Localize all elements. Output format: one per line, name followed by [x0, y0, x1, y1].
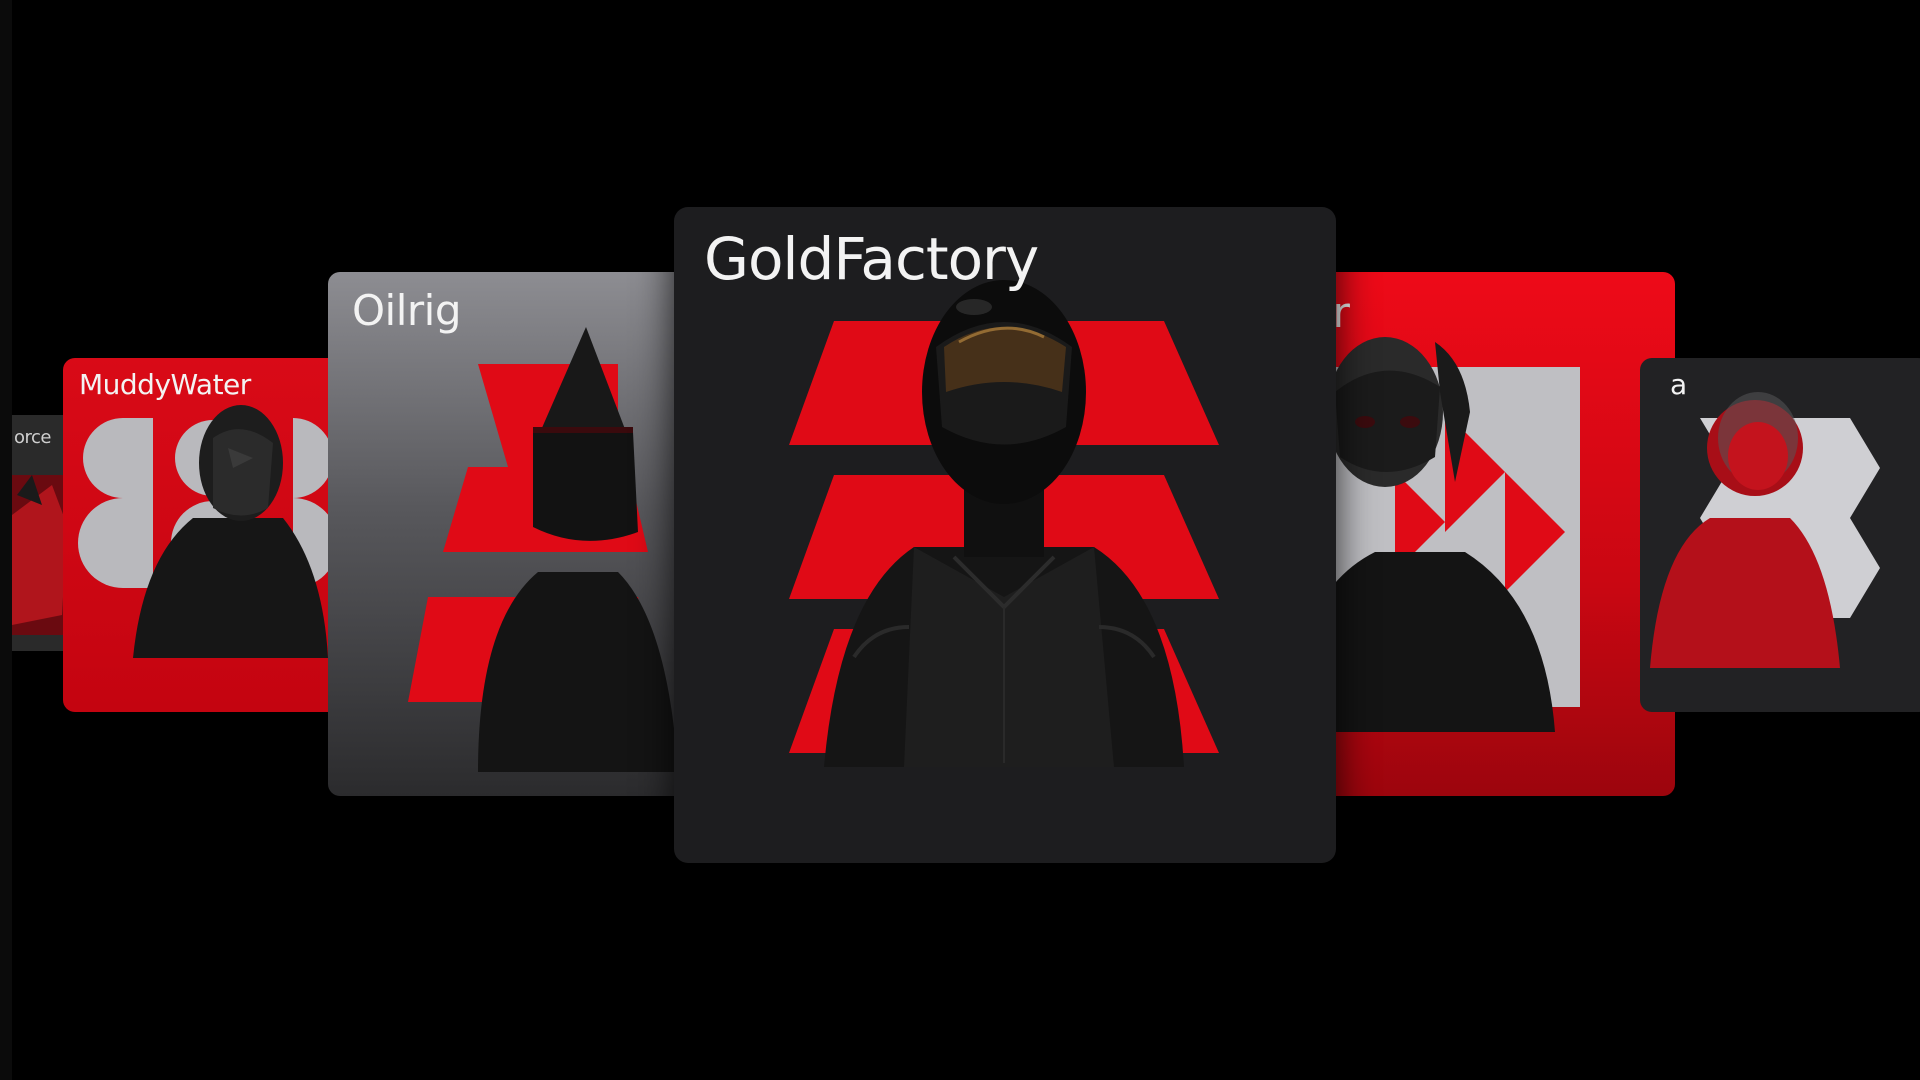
- card-oilrig[interactable]: Oilrig: [328, 272, 710, 796]
- card-title: a: [1670, 368, 1687, 401]
- card-goldfactory[interactable]: GoldFactory: [674, 207, 1336, 863]
- card-title: orce: [14, 427, 52, 448]
- goldfactory-art: [789, 280, 1219, 767]
- right-character-art: [1650, 392, 1880, 668]
- card-title: MuddyWater: [79, 368, 251, 401]
- card-right[interactable]: a: [1640, 358, 1920, 712]
- card-title: GoldFactory: [704, 225, 1039, 293]
- left-edge-strip: [0, 0, 12, 1080]
- card-title: Oilrig: [352, 286, 462, 335]
- oilrig-art: [408, 327, 678, 772]
- muddywater-art: [78, 405, 338, 658]
- card-muddywater[interactable]: MuddyWater: [63, 358, 363, 712]
- carousel-stage: orce MuddyWater Oilrig a GoldFactory: [0, 0, 1920, 1080]
